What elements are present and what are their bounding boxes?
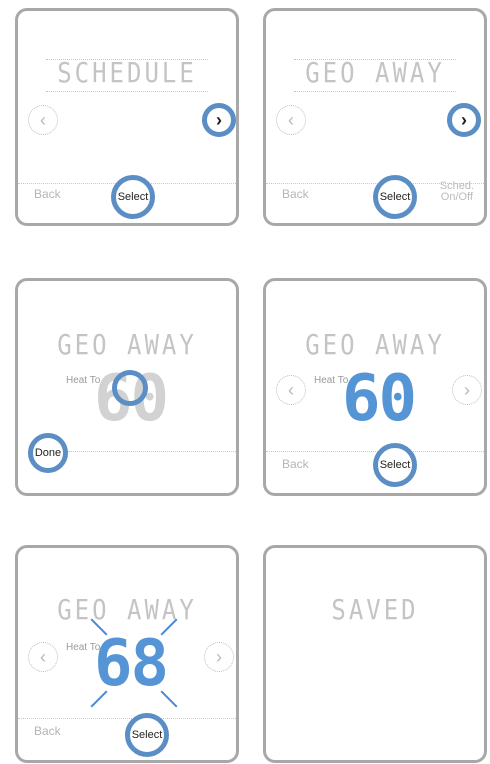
select-button[interactable]: Select xyxy=(125,713,169,757)
sched-label-line2: On/Off xyxy=(440,191,473,203)
select-button[interactable]: Select xyxy=(373,175,417,219)
panel-geo-away-menu: GEO AWAY ‹ › Back Select Sched. On/Off xyxy=(263,8,487,226)
footer-divider xyxy=(266,451,484,452)
panel-geo-away-intro: GEO AWAY Heat To 60 Done xyxy=(15,278,239,496)
left-arrow-icon[interactable]: ‹ xyxy=(276,105,306,135)
left-arrow-icon[interactable]: ‹ xyxy=(28,642,58,672)
temperature-tap-indicator[interactable] xyxy=(112,370,148,406)
footer-divider xyxy=(68,451,236,452)
left-arrow-icon[interactable]: ‹ xyxy=(28,105,58,135)
left-arrow-icon[interactable]: ‹ xyxy=(276,375,306,405)
select-button[interactable]: Select xyxy=(373,443,417,487)
temperature-display: 68 xyxy=(94,627,169,701)
saved-message: SAVED xyxy=(331,593,419,627)
temperature-display: 60 xyxy=(342,362,417,436)
menu-title: SCHEDULE xyxy=(57,56,197,90)
panel-geo-away-heat: GEO AWAY ‹ Heat To 60 › Back Select xyxy=(263,278,487,496)
done-button[interactable]: Done xyxy=(28,433,68,473)
right-arrow-icon[interactable]: › xyxy=(204,642,234,672)
panel-geo-away-heat-flashing: GEO AWAY ‹ Heat To 68 › Back Select xyxy=(15,545,239,763)
back-button[interactable]: Back xyxy=(34,187,61,201)
sched-on-off-button[interactable]: Sched. On/Off xyxy=(440,181,474,203)
footer-divider xyxy=(18,718,236,719)
menu-title: GEO AWAY xyxy=(57,328,197,362)
back-button[interactable]: Back xyxy=(34,724,61,738)
select-button[interactable]: Select xyxy=(111,175,155,219)
back-button[interactable]: Back xyxy=(282,187,309,201)
right-arrow-icon[interactable]: › xyxy=(202,103,236,137)
menu-title: GEO AWAY xyxy=(57,593,197,627)
panel-schedule: SCHEDULE ‹ › Back Select xyxy=(15,8,239,226)
menu-title: GEO AWAY xyxy=(305,56,445,90)
right-arrow-icon[interactable]: › xyxy=(452,375,482,405)
right-arrow-icon[interactable]: › xyxy=(447,103,481,137)
title-divider-bottom xyxy=(46,91,208,92)
panel-saved: SAVED xyxy=(263,545,487,763)
menu-title: GEO AWAY xyxy=(305,328,445,362)
back-button[interactable]: Back xyxy=(282,457,309,471)
title-divider-bottom xyxy=(294,91,456,92)
